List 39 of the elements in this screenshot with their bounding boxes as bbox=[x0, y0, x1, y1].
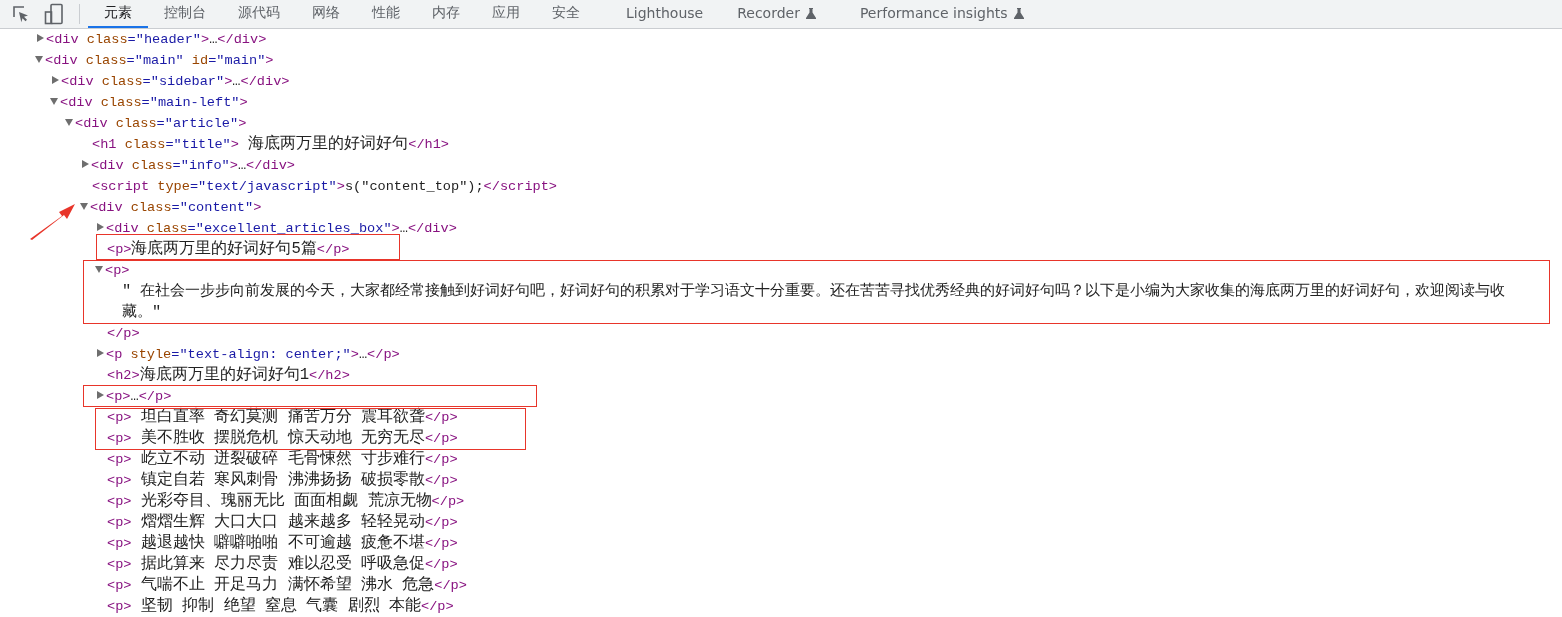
caret-right-icon[interactable] bbox=[82, 160, 89, 168]
inspect-cursor-icon[interactable] bbox=[11, 4, 31, 24]
caret-right-icon[interactable] bbox=[52, 76, 59, 84]
caret-down-icon[interactable] bbox=[95, 266, 103, 273]
html-tag-line[interactable]: <p> 屹立不动 迸裂破碎 毛骨悚然 寸步难行</p> bbox=[107, 452, 458, 467]
html-tag-line[interactable]: <div class="main" id="main"> bbox=[45, 53, 274, 68]
html-tag-line[interactable]: </p> bbox=[107, 326, 140, 341]
annotation-arrow bbox=[29, 203, 77, 241]
panel-tab[interactable]: 应用 bbox=[476, 0, 536, 28]
html-tag-line[interactable]: <div class="info">…</div> bbox=[91, 158, 295, 173]
panel-tab[interactable]: 安全 bbox=[536, 0, 596, 28]
device-toggle-icon[interactable] bbox=[44, 3, 64, 25]
caret-right-icon[interactable] bbox=[97, 223, 104, 231]
panel-tab[interactable]: Recorder bbox=[721, 0, 832, 28]
caret-right-icon[interactable] bbox=[37, 34, 44, 42]
html-tag-line[interactable]: <div class="excellent_articles_box">…</div> bbox=[106, 221, 457, 236]
panel-tab[interactable]: Lighthouse bbox=[610, 0, 720, 28]
html-tag-line[interactable]: <div class="main-left"> bbox=[60, 95, 248, 110]
html-tag-line[interactable]: <div class="sidebar">…</div> bbox=[61, 74, 290, 89]
panel-tab[interactable]: 网络 bbox=[296, 0, 356, 28]
html-tag-line[interactable]: <div class="header">…</div> bbox=[46, 32, 267, 47]
panel-tab[interactable]: 内存 bbox=[416, 0, 476, 28]
caret-down-icon[interactable] bbox=[65, 119, 73, 126]
html-tag-line[interactable]: <p>…</p> bbox=[106, 389, 172, 404]
html-tag-line[interactable]: <script type="text/javascript">s("content_top");</script> bbox=[92, 179, 558, 194]
html-tag-line[interactable]: <div class="article"> bbox=[75, 116, 247, 131]
caret-right-icon[interactable] bbox=[97, 391, 104, 399]
html-tag-line[interactable]: <p> bbox=[105, 263, 130, 278]
caret-down-icon[interactable] bbox=[35, 56, 43, 63]
panel-tab[interactable]: 元素 bbox=[88, 0, 148, 28]
panel-tab[interactable]: Performance insights bbox=[843, 0, 1040, 28]
panel-tab[interactable]: 控制台 bbox=[148, 0, 222, 28]
text-node[interactable]: " 在社会一步步向前发展的今天，大家都经常接触到好词好句吧，好词好句的积累对于学习语文十分重要。还在苦苦寻找优秀经典的好词好句吗？以下是小编为大家收集的海底两万里的好词好句，欢迎阅读与收藏。" bbox=[122, 281, 1514, 323]
caret-down-icon[interactable] bbox=[50, 98, 58, 105]
html-tag-line[interactable]: <div class="content"> bbox=[90, 200, 262, 215]
html-tag-line[interactable]: <p style="text-align: center;">…</p> bbox=[106, 347, 400, 362]
panel-tab[interactable]: 性能 bbox=[356, 0, 416, 28]
caret-right-icon[interactable] bbox=[97, 349, 104, 357]
panel-tab[interactable]: 源代码 bbox=[222, 0, 296, 28]
